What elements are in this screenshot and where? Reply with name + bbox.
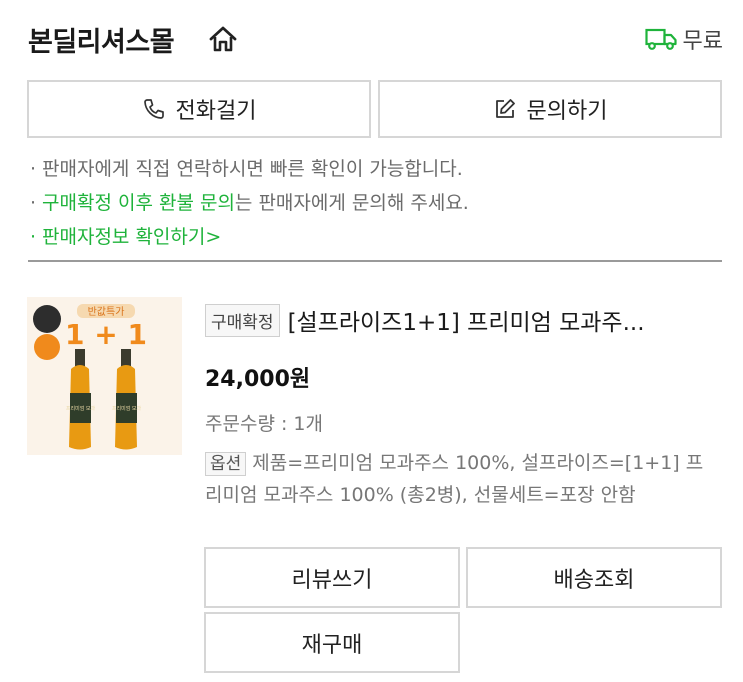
inquiry-button-label: 문의하기: [526, 99, 608, 124]
product-title-row: 구매확정 [설프라이즈1+1] 프리미엄 모과주...: [205, 303, 720, 337]
contact-button-row: 전화걸기 문의하기: [27, 80, 722, 138]
bottle-label: 프리미엄 모과: [66, 405, 96, 412]
product-price: 24,000원: [205, 367, 311, 392]
home-icon[interactable]: [208, 24, 238, 54]
section-divider: [28, 260, 722, 262]
tracking-button-label: 배송조회: [553, 567, 635, 593]
order-quantity: 주문수량 : 1개: [205, 413, 323, 435]
promo-text: 반값특가: [88, 306, 125, 318]
call-button-label: 전화걸기: [175, 99, 257, 124]
product-image: 반값특가 1 + 1 프리미엄 모과 프리미엄 모과: [27, 297, 182, 455]
inquiry-button[interactable]: 문의하기: [378, 80, 722, 138]
reorder-button[interactable]: 재구매: [204, 612, 460, 673]
promo-big-text: 1 + 1: [65, 318, 147, 351]
note-line: · 구매확정 이후 환불 문의는 판매자에게 문의해 주세요.: [30, 192, 469, 214]
note-text: 는 판매자에게 문의해 주세요.: [234, 192, 469, 214]
review-button-label: 리뷰쓰기: [291, 567, 373, 593]
reorder-button-label: 재구매: [301, 632, 363, 658]
product-thumbnail[interactable]: 반값특가 1 + 1 프리미엄 모과 프리미엄 모과: [27, 297, 182, 455]
shipping-info: 무료: [644, 24, 723, 54]
bottle-label: 프리미엄 모과: [112, 405, 142, 412]
edit-icon: [495, 99, 515, 118]
phone-icon: [143, 99, 164, 119]
store-name[interactable]: 본딜리셔스몰: [28, 20, 175, 59]
note-text: 판매자에게 직접 연락하시면 빠른 확인이 가능합니다.: [42, 158, 463, 180]
shipping-label: 무료: [682, 29, 723, 54]
product-option: 옵션 제품=프리미엄 모과주스 100%, 설프라이즈=[1+1] 프리미엄 모과…: [205, 448, 720, 511]
seller-info-link[interactable]: 판매자정보 확인하기: [42, 226, 205, 248]
product-info: 구매확정 [설프라이즈1+1] 프리미엄 모과주... 24,000원 주문수량…: [205, 303, 720, 511]
status-badge: 구매확정: [205, 303, 280, 337]
review-button[interactable]: 리뷰쓰기: [204, 547, 460, 608]
store-header: 본딜리셔스몰 무료: [28, 18, 723, 62]
option-text: 제품=프리미엄 모과주스 100%, 설프라이즈=[1+1] 프리미엄 모과주스…: [205, 452, 704, 506]
call-button[interactable]: 전화걸기: [27, 80, 371, 138]
truck-icon: [644, 28, 677, 50]
refund-inquiry-highlight: 구매확정 이후 환불 문의: [42, 192, 235, 214]
chevron-right-icon[interactable]: >: [205, 226, 221, 248]
product-title[interactable]: [설프라이즈1+1] 프리미엄 모과주...: [288, 303, 645, 337]
note-line: · 판매자에게 직접 연락하시면 빠른 확인이 가능합니다.: [30, 158, 463, 180]
tracking-button[interactable]: 배송조회: [466, 547, 722, 608]
seller-contact-notes: · 판매자에게 직접 연락하시면 빠른 확인이 가능합니다. · 구매확정 이후 환…: [30, 152, 469, 254]
note-line: · 판매자정보 확인하기>: [30, 226, 222, 248]
option-badge: 옵션: [205, 452, 247, 476]
